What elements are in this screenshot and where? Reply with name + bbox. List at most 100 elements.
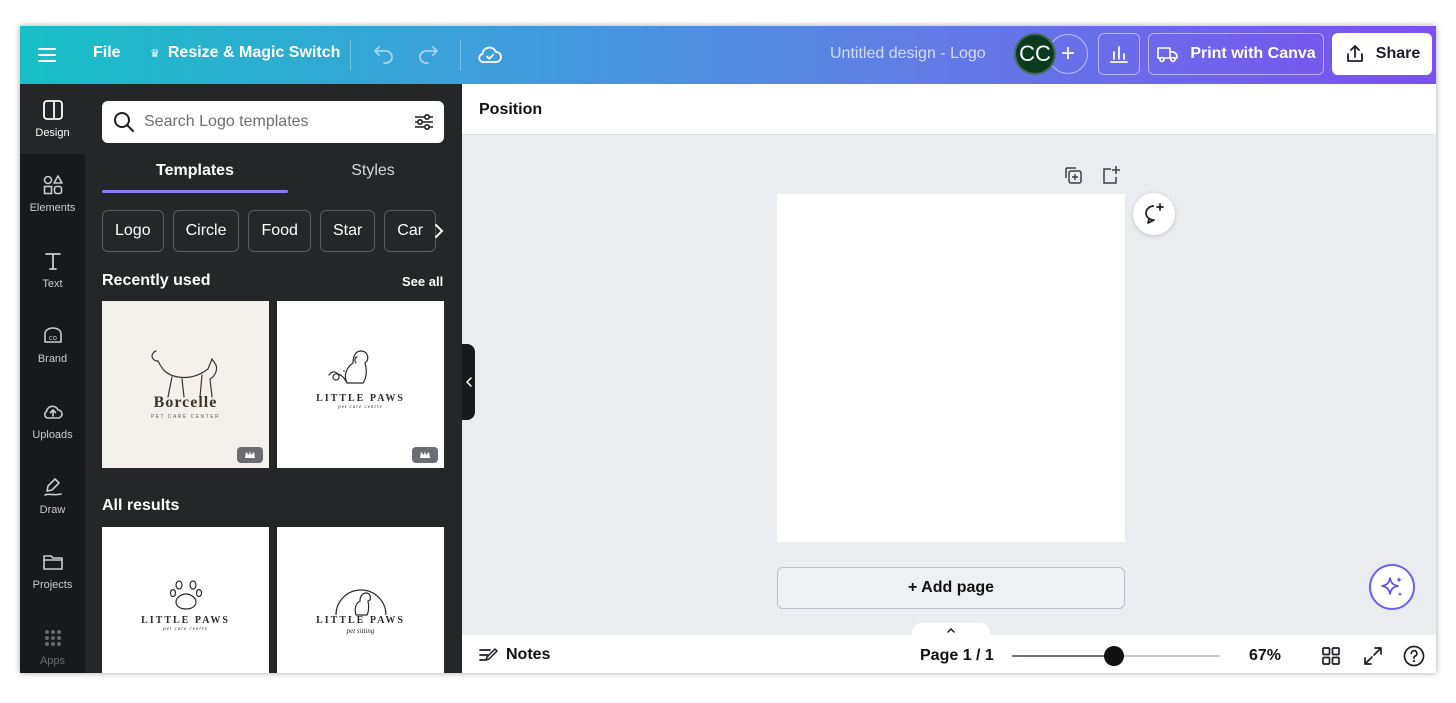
add-comment-button[interactable] bbox=[1133, 193, 1175, 235]
collapse-panel-handle[interactable] bbox=[462, 344, 475, 420]
template-title: Borcelle bbox=[153, 394, 218, 411]
all-results-heading: All results bbox=[102, 497, 180, 514]
template-title: LITTLE PAWS bbox=[141, 615, 230, 626]
chip-car[interactable]: Car bbox=[384, 210, 437, 252]
zoom-percentage[interactable]: 67% bbox=[1249, 647, 1281, 665]
rail-item-projects[interactable]: Projects bbox=[20, 536, 85, 606]
premium-badge bbox=[237, 447, 263, 463]
paw-illustration bbox=[169, 580, 203, 610]
rail-item-brand[interactable]: co Brand bbox=[20, 310, 85, 380]
chip-star[interactable]: Star bbox=[319, 210, 376, 252]
crown-icon bbox=[420, 451, 430, 458]
chip-circle[interactable]: Circle bbox=[172, 210, 240, 252]
template-thumbnail[interactable]: LITTLE PAWS pet care centre bbox=[277, 301, 444, 468]
text-icon bbox=[44, 253, 61, 270]
template-thumbnail[interactable]: Borcelle PET CARE CENTER bbox=[102, 301, 269, 468]
rail-item-uploads[interactable]: Uploads bbox=[20, 386, 85, 456]
tab-styles[interactable]: Styles bbox=[280, 162, 462, 180]
rail-item-elements[interactable]: Elements bbox=[20, 159, 85, 229]
truck-icon bbox=[1157, 47, 1179, 63]
design-title[interactable]: Untitled design - Logo bbox=[830, 45, 986, 63]
rail-label: Elements bbox=[29, 202, 76, 214]
share-icon bbox=[1346, 45, 1363, 62]
comment-plus-icon bbox=[1145, 203, 1164, 224]
chevron-right-icon[interactable] bbox=[431, 220, 447, 242]
design-icon bbox=[42, 100, 63, 120]
filter-icon[interactable] bbox=[412, 110, 436, 134]
crown-icon bbox=[245, 451, 255, 458]
notes-label: Notes bbox=[506, 646, 551, 663]
avatar[interactable]: CC bbox=[1014, 33, 1056, 75]
bar-chart-icon bbox=[1110, 46, 1128, 63]
rail-label: Draw bbox=[39, 504, 66, 516]
search-icon bbox=[114, 112, 134, 132]
chip-logo[interactable]: Logo bbox=[102, 210, 164, 252]
share-button[interactable]: Share bbox=[1332, 33, 1432, 75]
rail-label: Projects bbox=[32, 579, 73, 591]
templates-panel: Templates Styles Logo Circle Food Star C… bbox=[85, 84, 462, 673]
cat-illustration bbox=[151, 350, 218, 398]
template-subtitle: pet sitting bbox=[346, 627, 375, 635]
brand-icon: co bbox=[43, 327, 62, 343]
print-label: Print with Canva bbox=[1190, 45, 1316, 62]
help-icon[interactable] bbox=[1402, 644, 1426, 668]
notes-icon bbox=[479, 648, 498, 661]
add-page-icon[interactable] bbox=[1099, 164, 1121, 186]
divider bbox=[460, 40, 461, 70]
template-subtitle: PET CARE CENTER bbox=[150, 414, 221, 420]
projects-icon bbox=[42, 555, 63, 570]
menu-icon[interactable] bbox=[34, 43, 60, 67]
cloud-saved-icon[interactable] bbox=[476, 41, 504, 69]
template-title: LITTLE PAWS bbox=[316, 393, 405, 404]
premium-badge bbox=[412, 447, 438, 463]
share-label: Share bbox=[1375, 45, 1421, 62]
rail-label: Brand bbox=[37, 353, 68, 365]
search-box[interactable] bbox=[102, 101, 444, 143]
position-button[interactable]: Position bbox=[479, 101, 542, 119]
rail-item-draw[interactable]: Draw bbox=[20, 461, 85, 531]
rail-item-apps[interactable]: Apps bbox=[20, 612, 85, 673]
chevron-left-icon bbox=[465, 377, 472, 387]
dog-illustration bbox=[328, 350, 369, 384]
template-subtitle: pet care centre bbox=[338, 405, 383, 410]
undo-icon[interactable] bbox=[368, 41, 396, 69]
tab-templates[interactable]: Templates bbox=[102, 162, 288, 180]
print-with-canva-button[interactable]: Print with Canva bbox=[1148, 33, 1324, 75]
resize-magic-switch-button[interactable]: ♛ Resize & Magic Switch bbox=[150, 44, 340, 62]
rail-label: Design bbox=[35, 127, 70, 139]
svg-text:co: co bbox=[48, 334, 56, 342]
search-input[interactable] bbox=[144, 109, 404, 135]
page-counter[interactable]: Page 1 / 1 bbox=[920, 647, 994, 665]
draw-icon bbox=[43, 478, 62, 496]
see-all-link[interactable]: See all bbox=[402, 274, 443, 289]
rail-label: Uploads bbox=[32, 429, 73, 441]
add-page-button[interactable]: + Add page bbox=[777, 567, 1125, 609]
magic-assistant-button[interactable] bbox=[1369, 564, 1415, 610]
template-subtitle: pet care centre bbox=[163, 627, 208, 632]
redo-icon[interactable] bbox=[416, 41, 444, 69]
apps-icon bbox=[44, 630, 61, 646]
left-rail: Design Elements Text co Brand Uploads Dr… bbox=[20, 84, 85, 673]
resize-label: Resize & Magic Switch bbox=[167, 44, 341, 61]
file-menu[interactable]: File bbox=[93, 44, 121, 62]
template-thumbnail[interactable]: LITTLE PAWS pet care centre bbox=[102, 527, 269, 673]
zoom-slider-thumb[interactable] bbox=[1103, 646, 1124, 666]
rail-item-text[interactable]: Text bbox=[20, 235, 85, 305]
sparkle-icon bbox=[1381, 577, 1403, 597]
template-thumbnail[interactable]: LITTLE PAWS pet sitting bbox=[277, 527, 444, 673]
duplicate-page-icon[interactable] bbox=[1062, 164, 1084, 186]
fullscreen-icon[interactable] bbox=[1361, 644, 1385, 668]
top-bar: File ♛ Resize & Magic Switch Untitled de… bbox=[20, 26, 1436, 84]
insights-button[interactable] bbox=[1098, 33, 1140, 75]
editor-toolbar bbox=[462, 84, 1436, 135]
design-page[interactable] bbox=[777, 194, 1125, 542]
filter-chips: Logo Circle Food Star Car bbox=[102, 210, 437, 252]
rail-label: Apps bbox=[39, 655, 66, 667]
chip-food[interactable]: Food bbox=[248, 210, 311, 252]
rail-label: Text bbox=[42, 278, 63, 290]
zoom-slider[interactable] bbox=[1012, 646, 1220, 666]
notes-button[interactable]: Notes bbox=[478, 646, 550, 664]
grid-view-icon[interactable] bbox=[1319, 644, 1343, 668]
rail-item-design[interactable]: Design bbox=[20, 84, 85, 154]
divider bbox=[350, 40, 351, 70]
